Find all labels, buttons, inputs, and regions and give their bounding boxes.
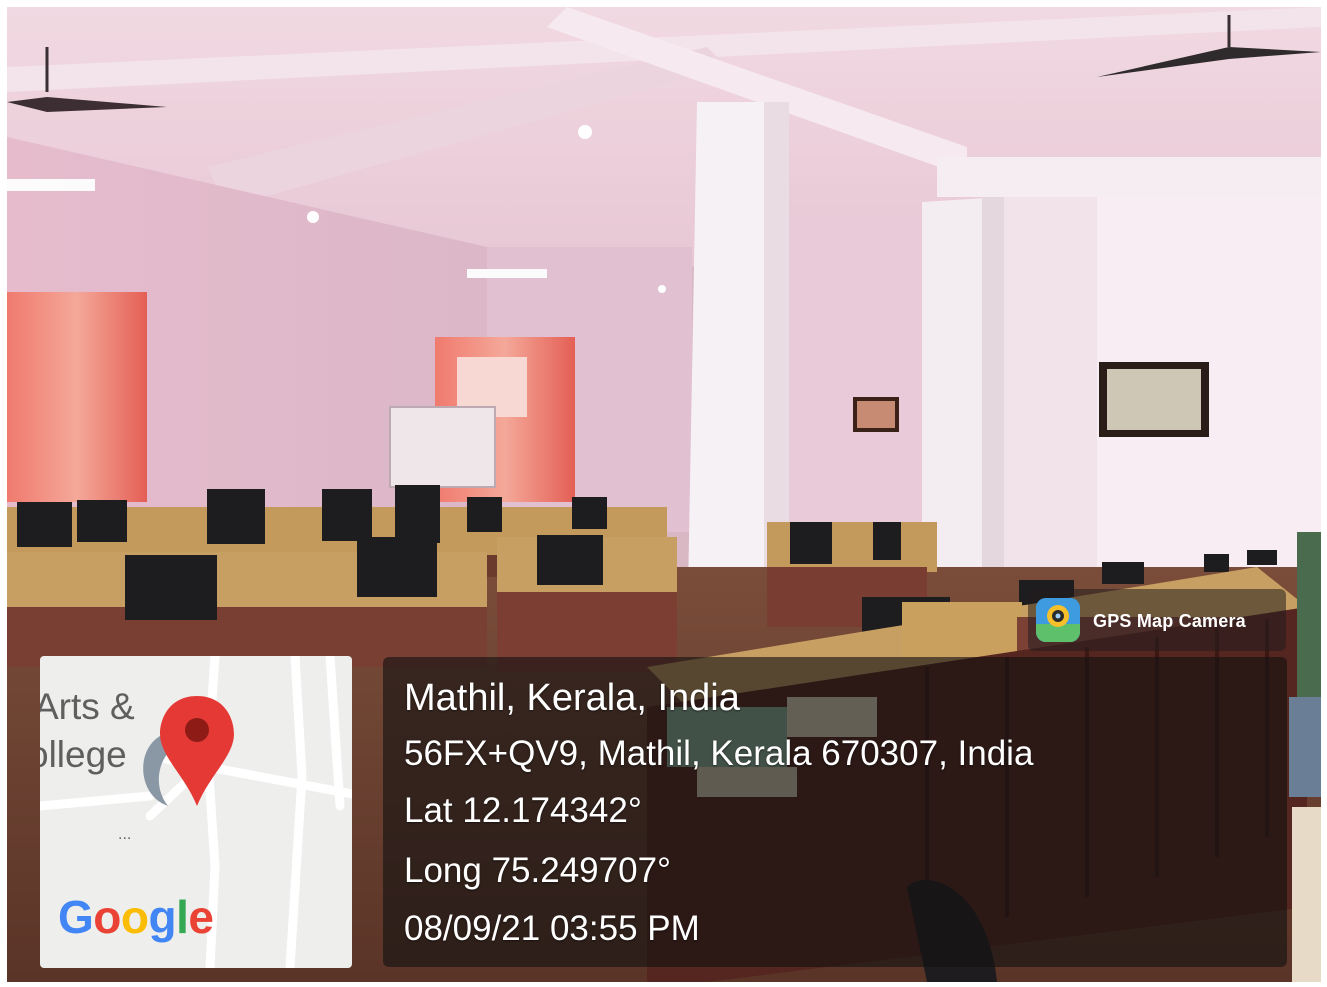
google-logo-letter: G (58, 891, 94, 943)
longitude-readout: Long 75.249707° (404, 851, 672, 890)
latitude-readout: Lat 12.174342° (404, 791, 642, 830)
google-logo-letter: o (120, 891, 149, 943)
location-info-panel: Mathil, Kerala, India 56FX+QV9, Mathil, … (383, 657, 1287, 967)
google-logo-letter: o (93, 891, 121, 943)
map-place-label: ollege (40, 734, 127, 775)
map-pin-icon (160, 696, 234, 806)
gps-map-camera-badge: GPS Map Camera (1028, 589, 1286, 651)
google-logo-letter: g (148, 891, 177, 943)
app-name-label: GPS Map Camera (1093, 611, 1246, 631)
map-thumbnail: Arts & ollege ... Google (40, 656, 352, 968)
map-ellipsis: ... (118, 826, 132, 843)
timestamp: 08/09/21 03:55 PM (404, 909, 700, 948)
google-logo: Google (58, 890, 214, 944)
map-place-label: Arts & (40, 686, 135, 727)
gps-map-camera-app-icon (1036, 598, 1080, 642)
google-logo-letter: e (188, 891, 214, 943)
google-logo-letter: l (176, 891, 189, 943)
location-title: Mathil, Kerala, India (404, 677, 740, 719)
location-address: 56FX+QV9, Mathil, Kerala 670307, India (404, 734, 1034, 773)
